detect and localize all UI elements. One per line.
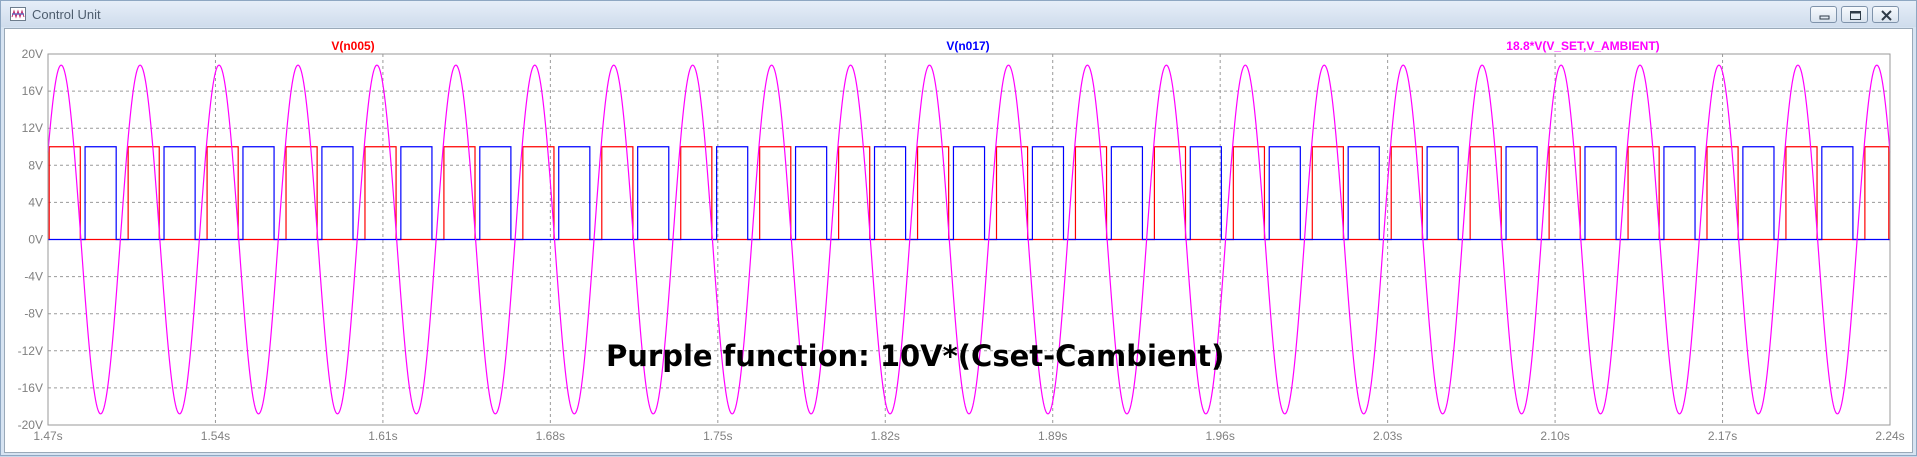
app-window: Control Unit 20V 16V 12V 8V 4V 0V -4V -8V -12V -1… [0,0,1917,456]
waveform-icon [10,7,26,21]
y-tick-label: 8V [28,158,43,172]
x-tick-label: 1.96s [1206,429,1235,443]
title-bar[interactable]: Control Unit [1,1,1916,27]
minimize-icon [1819,15,1830,20]
x-tick-label: 1.54s [201,429,230,443]
x-tick-label: 1.68s [536,429,565,443]
annotation-text: Purple function: 10V*(Cset-Cambient) [606,339,1224,373]
maximize-button[interactable] [1841,6,1868,23]
y-tick-label: -12V [18,344,43,358]
x-tick-label: 1.47s [33,429,62,443]
x-tick-label: 1.61s [368,429,397,443]
legend-entry[interactable]: 18.8*V(V_SET,V_AMBIENT) [1506,39,1659,53]
close-button[interactable] [1872,6,1899,23]
y-tick-label: -16V [18,381,43,395]
y-tick-label: 4V [28,195,43,209]
y-tick-label: -4V [24,270,43,284]
y-tick-label: 0V [28,233,43,247]
trace-legend: V(n005) V(n017) 18.8*V(V_SET,V_AMBIENT) [331,39,1659,53]
y-tick-label: 12V [22,121,43,135]
chart-area[interactable]: 20V16V12V8V4V0V-4V-8V-12V-16V-20V1.47s 1.… [1,28,1917,457]
legend-entry[interactable]: V(n017) [946,39,989,53]
close-icon [1881,10,1892,21]
legend-entry[interactable]: V(n005) [331,39,374,53]
x-tick-label: 1.82s [871,429,900,443]
maximize-icon [1850,11,1861,20]
x-tick-label: 2.03s [1373,429,1402,443]
window-title: Control Unit [32,7,101,22]
y-tick-label: 20V [22,47,43,61]
x-tick-label: 2.10s [1540,429,1569,443]
y-tick-label: 16V [22,84,43,98]
x-tick-label: 2.17s [1708,429,1737,443]
minimize-button[interactable] [1810,6,1837,23]
y-tick-label: -8V [24,307,43,321]
x-tick-label: 1.75s [703,429,732,443]
x-tick-label: 2.24s [1875,429,1904,443]
x-tick-label: 1.89s [1038,429,1067,443]
